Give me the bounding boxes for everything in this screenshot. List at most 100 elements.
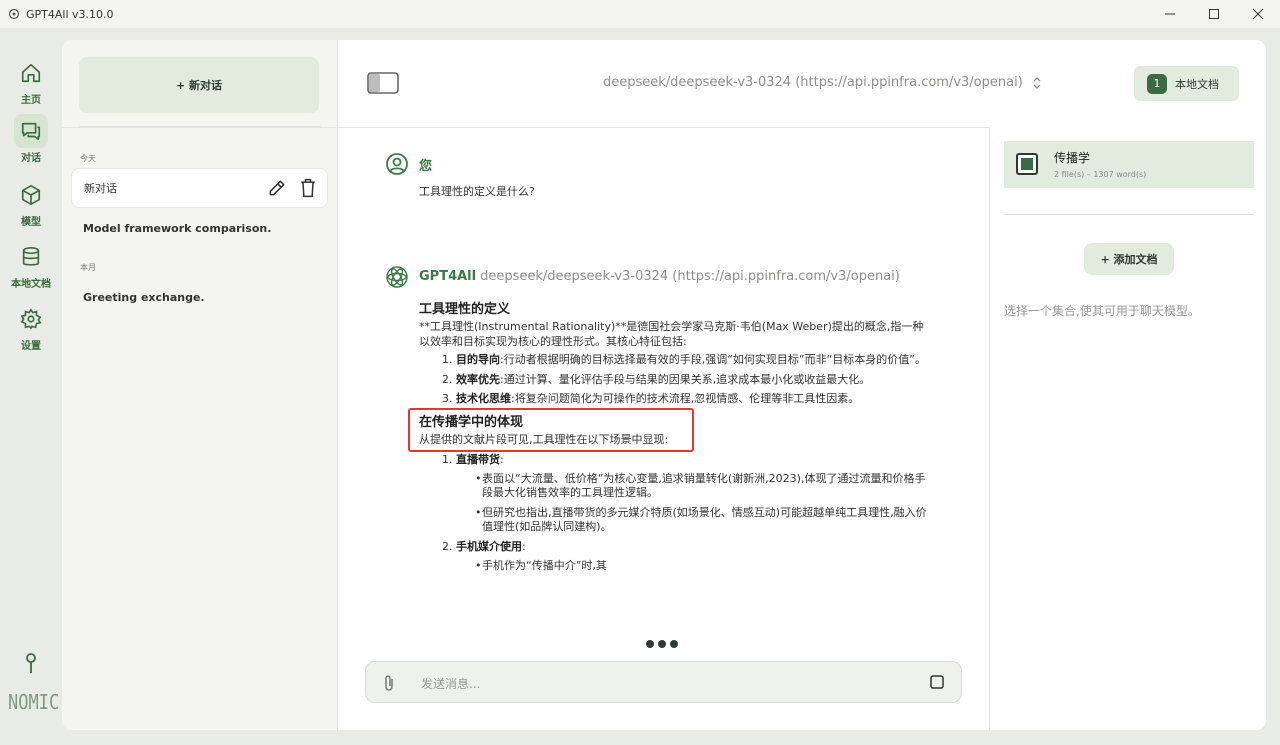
typing-dot	[670, 640, 678, 648]
user-avatar-icon	[385, 152, 409, 179]
local-docs-button[interactable]: 1 本地文档	[1134, 66, 1239, 101]
user-message-text: 工具理性的定义是什么?	[419, 185, 535, 198]
bullet-item: • 表面以“大流量、低价格”为核心变量,追求销量转化(谢新洲,2023),体现了通…	[475, 472, 932, 500]
database-icon	[14, 240, 48, 274]
typing-dot	[646, 640, 654, 648]
local-docs-panel: 传播学 2 file(s) – 1307 word(s) + 添加文档 选择一个…	[989, 128, 1266, 730]
maximize-icon	[1209, 9, 1219, 19]
maximize-button[interactable]	[1192, 0, 1236, 28]
minimize-button[interactable]	[1148, 0, 1192, 28]
chat-area: deepseek/deepseek-v3-0324 (https://api.p…	[338, 40, 1041, 730]
assistant-name: GPT4All deepseek/deepseek-v3-0324 (https:…	[419, 269, 900, 284]
user-name: 您	[419, 159, 433, 174]
list-item-text: :	[500, 453, 504, 466]
nav-home-label: 主页	[21, 95, 41, 106]
list-number: 1.	[442, 353, 453, 366]
left-navigation: 主页 对话 模型 本地文档 设置 NOMIC	[0, 40, 62, 730]
list-number: 1.	[442, 453, 453, 466]
list-item-title: 手机媒介使用	[456, 540, 522, 553]
list-item: 1. 直播带货:	[442, 452, 504, 467]
chat-item[interactable]: Model framework comparison.	[71, 208, 328, 248]
cube-icon	[14, 178, 48, 212]
collection-item[interactable]: 传播学 2 file(s) – 1307 word(s)	[1004, 141, 1254, 188]
home-icon	[14, 56, 48, 90]
new-chat-button[interactable]: + 新对话	[79, 57, 319, 113]
message-input[interactable]: 发送消息...	[365, 661, 962, 703]
delete-icon[interactable]	[299, 178, 317, 201]
list-item-title: 目的导向	[456, 353, 500, 366]
nav-models-label: 模型	[21, 217, 41, 228]
list-item-text: :行动者根据明确的目标选择最有效的手段,强调“如何实现目标”而非“目标本身的价值…	[500, 353, 926, 366]
stop-icon[interactable]	[929, 674, 945, 693]
chevron-updown-icon	[1033, 76, 1041, 89]
title-bar: GPT4All v3.10.0	[0, 0, 1280, 28]
window-title: GPT4All v3.10.0	[26, 7, 114, 21]
edit-icon[interactable]	[267, 178, 287, 201]
chat-item[interactable]: Greeting exchange.	[71, 277, 328, 317]
response-heading-1: 工具理性的定义	[419, 302, 511, 317]
list-item-title: 直播带货	[456, 453, 500, 466]
nomic-pin-icon[interactable]	[22, 652, 40, 677]
chat-item-title: Model framework comparison.	[83, 221, 272, 235]
section-label-today: 今天	[80, 154, 96, 163]
bullet-text: 表面以“大流量、低价格”为核心变量,追求销量转化(谢新洲,2023),体现了通过…	[482, 472, 926, 499]
list-item-title: 效率优先	[456, 373, 500, 386]
docs-hint-text: 选择一个集合,使其可用于聊天模型。	[1004, 304, 1200, 318]
message-input-placeholder: 发送消息...	[421, 677, 481, 691]
list-item: 2. 手机媒介使用:	[442, 539, 526, 554]
minimize-icon	[1165, 13, 1175, 15]
bullet-text: 但研究也指出,直播带货的多元媒介特质(如场景化、情感互动)可能超越单纯工具理性,…	[482, 506, 927, 533]
chat-icon	[14, 114, 48, 148]
docs-divider	[1004, 214, 1254, 215]
nav-localdocs[interactable]: 本地文档	[11, 240, 51, 290]
nav-localdocs-label: 本地文档	[11, 279, 51, 290]
close-button[interactable]	[1236, 0, 1280, 28]
section-label-month: 本月	[80, 263, 96, 272]
chat-item-active[interactable]: 新对话	[71, 168, 328, 208]
local-docs-count-badge: 1	[1147, 73, 1167, 94]
nav-settings[interactable]: 设置	[12, 302, 50, 352]
sidebar-toggle-icon[interactable]	[367, 72, 399, 97]
collection-name: 传播学	[1054, 151, 1091, 165]
list-number: 3.	[442, 392, 453, 405]
chat-list-panel: + 新对话 今天 新对话 Model framework comparison.…	[62, 40, 338, 730]
list-item-text: :	[522, 540, 526, 553]
response-paragraph-1: **工具理性(Instrumental Rationality)**是德国社会学…	[419, 320, 924, 348]
app-icon	[8, 8, 20, 20]
collection-meta: 2 file(s) – 1307 word(s)	[1054, 170, 1147, 179]
list-item-title: 技术化思维	[456, 392, 511, 405]
highlight-annotation-box	[408, 408, 694, 452]
local-docs-button-label: 本地文档	[1175, 77, 1219, 91]
assistant-avatar-icon	[385, 265, 409, 292]
checkbox-checked-icon	[1021, 158, 1033, 170]
typing-dot	[658, 640, 666, 648]
main-panel: + 新对话 今天 新对话 Model framework comparison.…	[62, 40, 1266, 730]
list-item: 1. 目的导向:行动者根据明确的目标选择最有效的手段,强调“如何实现目标”而非“…	[442, 352, 926, 367]
list-item: 2. 效率优先:通过计算、量化评估手段与结果的因果关系,追求成本最小化或收益最大…	[442, 372, 870, 387]
list-item-text: :将复杂问题简化为可操作的技术流程,忽视情感、伦理等非工具性因素。	[511, 392, 860, 405]
window-controls	[1148, 0, 1280, 28]
model-selector[interactable]: deepseek/deepseek-v3-0324 (https://api.p…	[603, 75, 1041, 90]
gear-icon	[14, 302, 48, 336]
chat-item-actions	[267, 178, 317, 201]
model-selector-label: deepseek/deepseek-v3-0324 (https://api.p…	[603, 75, 1023, 90]
nomic-logo: NOMIC	[8, 690, 60, 714]
bullet-dot: •	[475, 559, 482, 572]
assistant-label: GPT4All	[419, 269, 477, 284]
list-number: 2.	[442, 540, 453, 553]
bullet-item: • 但研究也指出,直播带货的多元媒介特质(如场景化、情感互动)可能超越单纯工具理性…	[475, 506, 932, 534]
collection-checkbox[interactable]	[1016, 153, 1038, 175]
header-divider	[62, 127, 990, 128]
chat-item-title: 新对话	[84, 182, 117, 195]
paperclip-icon[interactable]	[382, 674, 396, 695]
add-docs-button[interactable]: + 添加文档	[1084, 243, 1174, 275]
nav-home[interactable]: 主页	[12, 56, 50, 106]
list-item-text: :通过计算、量化评估手段与结果的因果关系,追求成本最小化或收益最大化。	[500, 373, 871, 386]
nav-models[interactable]: 模型	[12, 178, 50, 228]
close-icon	[1252, 8, 1264, 20]
nav-chats[interactable]: 对话	[12, 114, 50, 164]
list-item: 3. 技术化思维:将复杂问题简化为可操作的技术流程,忽视情感、伦理等非工具性因素…	[442, 391, 859, 406]
bullet-item: • 手机作为“传播中介”时,其	[475, 559, 932, 573]
chat-item-title: Greeting exchange.	[83, 290, 205, 304]
nav-settings-label: 设置	[21, 341, 41, 352]
